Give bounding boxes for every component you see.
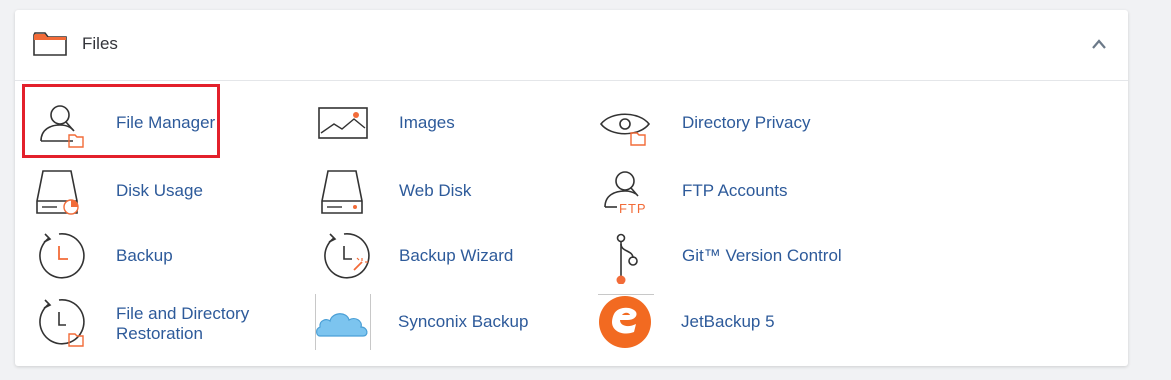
restore-icon	[39, 299, 85, 347]
disk-usage-icon	[36, 170, 79, 215]
jetbackup-link[interactable]: JetBackup 5	[598, 294, 868, 350]
jetbackup-logo-icon	[598, 294, 654, 348]
item-label: File and Directory Restoration	[116, 304, 250, 343]
item-label: Web Disk	[399, 181, 472, 200]
chevron-up-icon[interactable]	[1090, 36, 1108, 52]
item-label: JetBackup 5	[681, 312, 775, 331]
files-panel-header[interactable]: Files	[15, 10, 1128, 81]
svg-text:FTP: FTP	[619, 201, 647, 216]
item-label: Backup Wizard	[399, 246, 514, 265]
hard-drive-icon	[321, 170, 363, 214]
highlight-box	[22, 84, 220, 158]
item-label: Synconix Backup	[398, 312, 529, 331]
files-panel: Files File Manager Images Directory Priv	[15, 10, 1128, 366]
git-branch-icon	[616, 233, 638, 284]
backup-clock-icon	[39, 233, 85, 279]
folder-icon	[33, 32, 67, 56]
image-icon	[318, 107, 368, 139]
backup-wizard-link[interactable]: Backup Wizard	[316, 228, 586, 284]
item-label: Backup	[116, 246, 173, 265]
disk-usage-link[interactable]: Disk Usage	[33, 163, 303, 219]
images-link[interactable]: Images	[316, 95, 586, 151]
git-version-control-link[interactable]: Git™ Version Control	[599, 228, 869, 284]
item-label: Images	[399, 113, 455, 132]
web-disk-link[interactable]: Web Disk	[316, 163, 586, 219]
file-directory-restoration-link[interactable]: File and Directory Restoration	[33, 296, 303, 352]
item-label: Directory Privacy	[682, 113, 811, 132]
section-title: Files	[82, 34, 118, 53]
eye-folder-icon	[599, 113, 651, 146]
cloud-icon	[315, 294, 371, 350]
backup-link[interactable]: Backup	[33, 228, 303, 284]
directory-privacy-link[interactable]: Directory Privacy	[599, 95, 869, 151]
item-label: FTP Accounts	[682, 181, 788, 200]
synconix-backup-link[interactable]: Synconix Backup	[315, 294, 585, 350]
item-label: Git™ Version Control	[682, 246, 842, 265]
item-label: Disk Usage	[116, 181, 203, 200]
ftp-user-icon: FTP	[604, 171, 647, 216]
ftp-accounts-link[interactable]: FTP FTP Accounts	[599, 163, 869, 219]
backup-wizard-icon	[324, 233, 370, 279]
